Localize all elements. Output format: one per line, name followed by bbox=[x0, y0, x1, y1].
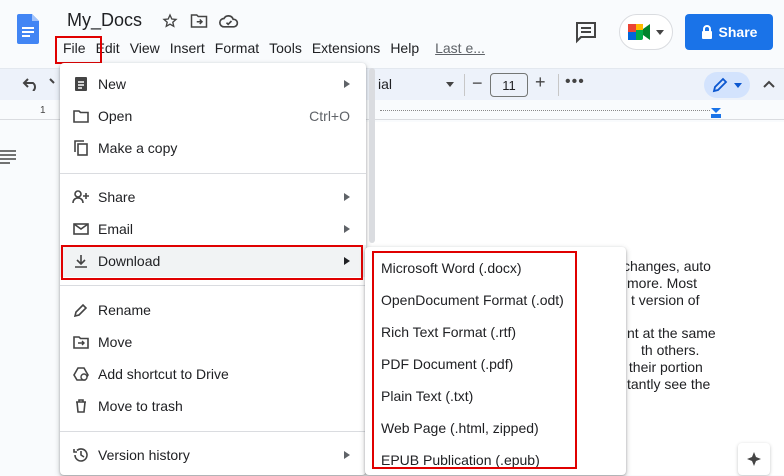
download-highlight bbox=[61, 245, 363, 280]
lock-icon bbox=[701, 25, 712, 39]
indent-marker-icon[interactable] bbox=[710, 107, 722, 119]
doc-text-line: changes, auto bbox=[623, 258, 711, 274]
menu-tools[interactable]: Tools bbox=[264, 39, 307, 59]
chevron-down-icon bbox=[656, 29, 664, 35]
font-family-select[interactable]: ial bbox=[378, 76, 392, 92]
folder-icon bbox=[72, 107, 90, 125]
menu-bar: File Edit View Insert Format Tools Exten… bbox=[58, 39, 490, 59]
menu-item-make-a-copy[interactable]: Make a copy bbox=[60, 132, 366, 164]
drive-shortcut-icon bbox=[72, 365, 90, 383]
star-icon[interactable] bbox=[160, 11, 180, 31]
pencil-icon bbox=[712, 77, 728, 93]
menu-divider bbox=[60, 173, 366, 174]
meet-icon bbox=[628, 24, 650, 40]
shortcut-label: Ctrl+O bbox=[309, 108, 350, 124]
menu-item-label: Email bbox=[98, 221, 134, 237]
menu-format[interactable]: Format bbox=[210, 39, 264, 59]
move-folder-icon bbox=[72, 333, 90, 351]
decrease-font-size-icon[interactable]: − bbox=[472, 73, 483, 94]
trash-icon bbox=[72, 397, 90, 415]
comment-history-icon[interactable] bbox=[574, 20, 598, 44]
cloud-saved-icon[interactable] bbox=[219, 11, 239, 31]
menu-item-label: Share bbox=[98, 189, 136, 205]
submenu-arrow-icon bbox=[344, 193, 350, 201]
meet-button[interactable] bbox=[619, 14, 673, 50]
move-folder-icon[interactable] bbox=[189, 11, 209, 31]
menu-insert[interactable]: Insert bbox=[165, 39, 210, 59]
menu-item-version-history[interactable]: Version history bbox=[60, 439, 366, 471]
sparkle-icon bbox=[747, 452, 761, 466]
share-label: Share bbox=[718, 24, 758, 40]
last-edit-link[interactable]: Last e... bbox=[430, 39, 490, 59]
submenu-arrow-icon bbox=[344, 80, 350, 88]
doc-text-line: th others. bbox=[641, 342, 700, 358]
menu-item-new[interactable]: New bbox=[60, 68, 366, 100]
doc-text-line: their portion bbox=[625, 359, 703, 375]
menu-item-label: Rename bbox=[98, 302, 151, 318]
undo-icon[interactable] bbox=[22, 77, 40, 91]
menu-item-move[interactable]: Move bbox=[60, 326, 366, 358]
toolbar-divider bbox=[558, 74, 559, 96]
explore-button[interactable] bbox=[738, 443, 770, 475]
menu-item-move-to-trash[interactable]: Move to trash bbox=[60, 390, 366, 422]
more-options-icon[interactable]: ••• bbox=[565, 73, 585, 91]
menu-item-share[interactable]: Share bbox=[60, 181, 366, 213]
outline-icon[interactable] bbox=[0, 148, 16, 164]
doc-text-line: tantly see the bbox=[627, 376, 711, 392]
menu-help[interactable]: Help bbox=[385, 39, 424, 59]
person-add-icon bbox=[72, 188, 90, 206]
menu-divider bbox=[60, 285, 366, 286]
ruler-ticks bbox=[380, 110, 710, 111]
submenu-arrow-icon bbox=[344, 225, 350, 233]
copy-icon bbox=[72, 139, 90, 157]
docs-logo-icon[interactable] bbox=[17, 14, 39, 44]
share-button[interactable]: Share bbox=[685, 14, 773, 50]
doc-text-line: t version of bbox=[631, 292, 700, 308]
menu-item-label: Open bbox=[98, 108, 133, 124]
collapse-toolbar-icon[interactable] bbox=[762, 79, 776, 89]
menu-item-label: Move to trash bbox=[98, 398, 183, 414]
menu-item-label: Make a copy bbox=[98, 140, 178, 156]
font-dropdown-icon[interactable] bbox=[446, 82, 454, 87]
increase-font-size-icon[interactable]: + bbox=[535, 72, 546, 93]
document-title[interactable]: My_Docs bbox=[67, 10, 142, 31]
menu-view[interactable]: View bbox=[125, 39, 165, 59]
doc-icon bbox=[72, 75, 90, 93]
chevron-down-icon bbox=[734, 82, 742, 88]
menu-item-label: Move bbox=[98, 334, 133, 350]
mail-icon bbox=[72, 220, 90, 238]
menu-item-label: Version history bbox=[98, 447, 190, 463]
menu-item-add-shortcut[interactable]: Add shortcut to Drive bbox=[60, 358, 366, 390]
editing-mode-button[interactable] bbox=[704, 72, 750, 98]
download-options-highlight bbox=[372, 251, 577, 469]
font-size-input[interactable]: 11 bbox=[490, 73, 528, 97]
pencil-icon bbox=[72, 301, 90, 319]
toolbar-divider bbox=[464, 74, 465, 96]
menu-item-email[interactable]: Email bbox=[60, 213, 366, 245]
file-menu-highlight bbox=[55, 36, 102, 64]
doc-text-line: nt at the same bbox=[627, 325, 716, 341]
history-icon bbox=[72, 446, 90, 464]
submenu-arrow-icon bbox=[344, 451, 350, 459]
menu-item-label: New bbox=[98, 76, 127, 92]
doc-text-line: more. Most bbox=[627, 275, 698, 291]
menu-item-label: Add shortcut to Drive bbox=[98, 366, 229, 382]
ruler-mark: 1 bbox=[40, 105, 46, 116]
menu-item-rename[interactable]: Rename bbox=[60, 294, 366, 326]
menu-scrollbar[interactable] bbox=[369, 68, 375, 243]
redo-icon[interactable] bbox=[48, 77, 58, 91]
menu-item-open[interactable]: Open Ctrl+O bbox=[60, 100, 366, 132]
menu-divider bbox=[60, 431, 366, 432]
menu-extensions[interactable]: Extensions bbox=[307, 39, 385, 59]
